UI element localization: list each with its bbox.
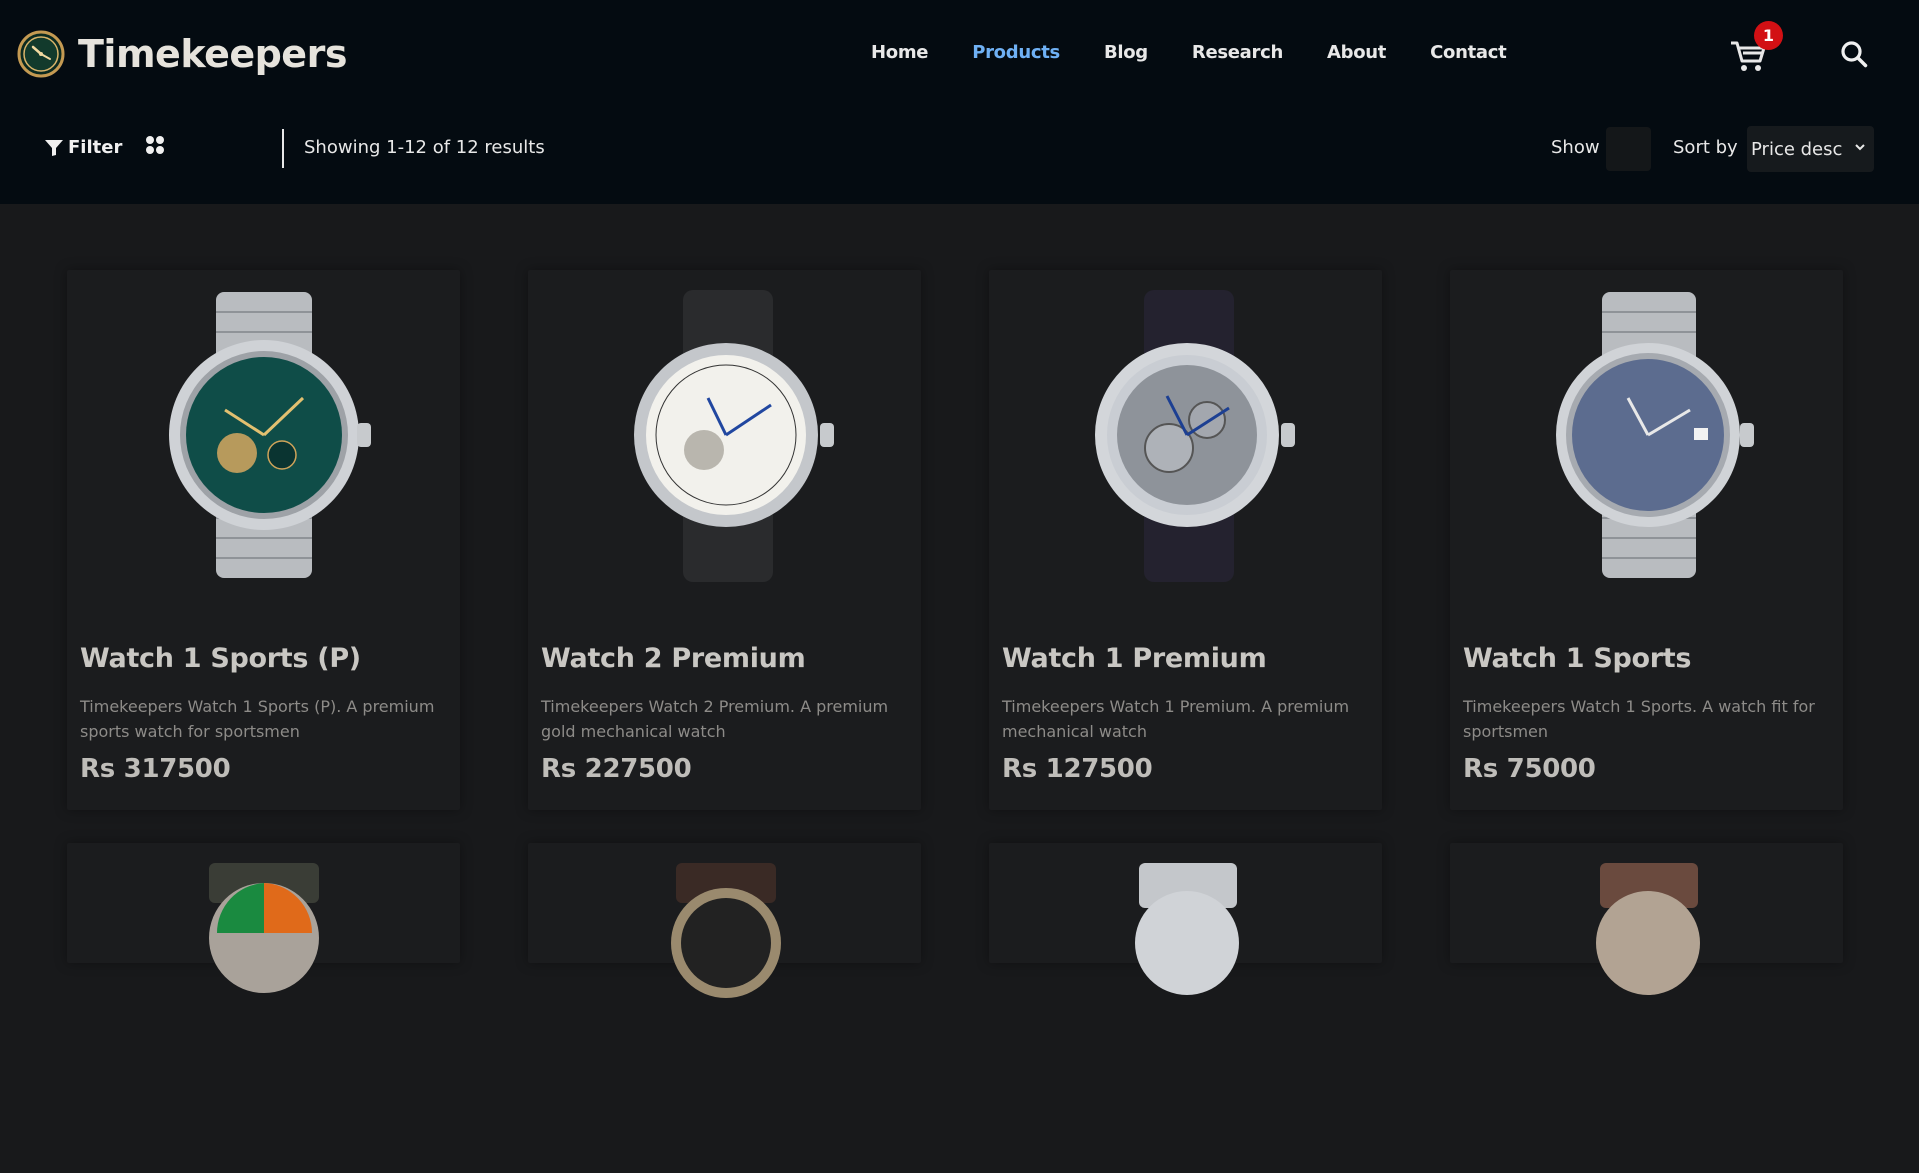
watch-image (1135, 863, 1239, 995)
product-card[interactable]: Watch 1 Premium Timekeepers Watch 1 Prem… (989, 270, 1382, 810)
product-description: Timekeepers Watch 1 Premium. A premium m… (1002, 697, 1350, 741)
clock-logo-icon (17, 30, 65, 78)
product-card[interactable] (1450, 843, 1843, 995)
filter-label: Filter (68, 137, 123, 158)
main-nav: Home Products Blog Research About Contac… (871, 42, 1550, 63)
cart-count-badge: 1 (1754, 21, 1783, 50)
watch-image (1095, 290, 1295, 582)
product-description: Timekeepers Watch 1 Sports. A watch fit … (1463, 697, 1815, 741)
sort-select[interactable]: Price desc (1747, 126, 1874, 172)
site-header: Timekeepers Home Products Blog Research … (0, 0, 1919, 204)
product-card[interactable]: Watch 1 Sports (P) Timekeepers Watch 1 S… (67, 270, 460, 810)
search-icon[interactable] (1840, 40, 1868, 68)
nav-research[interactable]: Research (1192, 42, 1283, 63)
brand-logo[interactable]: Timekeepers (17, 30, 347, 78)
product-name[interactable]: Watch 2 Premium (541, 643, 806, 674)
product-card[interactable] (67, 843, 460, 993)
filter-button[interactable]: Filter (44, 137, 122, 158)
chevron-down-icon (1855, 144, 1865, 151)
nav-contact[interactable]: Contact (1430, 42, 1507, 63)
watch-image (1596, 863, 1700, 995)
product-card[interactable] (528, 843, 921, 998)
toolbar-divider (282, 129, 284, 168)
nav-home[interactable]: Home (871, 42, 929, 63)
product-card[interactable] (989, 843, 1382, 995)
sort-value: Price desc (1751, 138, 1843, 160)
product-price: Rs 227500 (541, 754, 692, 784)
nav-blog[interactable]: Blog (1104, 42, 1148, 63)
product-price: Rs 317500 (80, 754, 231, 784)
product-name[interactable]: Watch 1 Sports (P) (80, 643, 361, 674)
product-card[interactable]: Watch 2 Premium Timekeepers Watch 2 Prem… (528, 270, 921, 810)
product-name[interactable]: Watch 1 Premium (1002, 643, 1267, 674)
grid-view-icon[interactable] (144, 134, 166, 156)
show-count-select[interactable] (1606, 127, 1651, 171)
product-name[interactable]: Watch 1 Sports (1463, 643, 1691, 674)
nav-products[interactable]: Products (972, 42, 1060, 63)
product-card[interactable]: Watch 1 Sports Timekeepers Watch 1 Sport… (1450, 270, 1843, 810)
product-price: Rs 75000 (1463, 754, 1596, 784)
show-label: Show (1551, 137, 1600, 158)
watch-image (1556, 292, 1754, 578)
watch-image (169, 292, 371, 578)
product-description: Timekeepers Watch 2 Premium. A premium g… (541, 697, 889, 741)
nav-about[interactable]: About (1327, 42, 1386, 63)
brand-name: Timekeepers (78, 32, 347, 76)
results-count: Showing 1-12 of 12 results (304, 137, 545, 158)
watch-image (634, 290, 834, 582)
watch-image (671, 863, 781, 998)
filter-icon (45, 139, 63, 156)
product-price: Rs 127500 (1002, 754, 1153, 784)
product-description: Timekeepers Watch 1 Sports (P). A premiu… (80, 697, 435, 741)
sort-label: Sort by (1673, 137, 1738, 158)
watch-image (209, 863, 319, 993)
